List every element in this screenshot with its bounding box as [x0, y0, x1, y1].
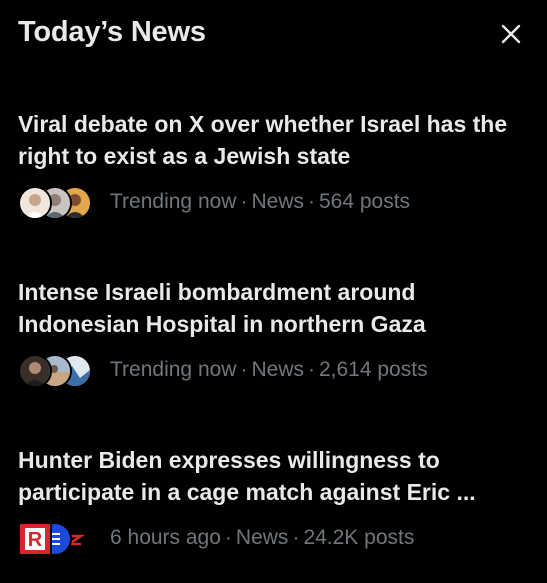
avatar-logo: R — [18, 522, 52, 556]
news-item[interactable]: Viral debate on X over whether Israel ha… — [18, 108, 518, 224]
news-time: Trending now — [110, 190, 237, 213]
news-category: News — [235, 526, 289, 549]
news-category: News — [251, 190, 304, 213]
avatar-stack — [18, 352, 98, 392]
news-headline: Intense Israeli bombardment around Indon… — [18, 279, 426, 337]
news-headline: Hunter Biden expresses willingness to pa… — [18, 447, 476, 505]
news-post-count: 564 posts — [318, 190, 411, 213]
news-category: News — [251, 358, 304, 381]
news-item[interactable]: Hunter Biden expresses willingness to pa… — [18, 444, 518, 560]
close-icon — [501, 24, 521, 44]
news-time: 6 hours ago — [110, 526, 221, 549]
todays-news-panel: Today’s News Viral debate on X over whet… — [0, 0, 547, 583]
news-meta: Trending now · News · 2,614 posts — [18, 352, 518, 392]
news-meta: Trending now · News · 564 posts — [18, 184, 518, 224]
svg-text:R: R — [28, 529, 43, 551]
news-time: Trending now — [110, 358, 237, 381]
news-headline: Viral debate on X over whether Israel ha… — [18, 111, 508, 169]
news-post-count: 24.2K posts — [303, 526, 415, 549]
news-meta-text: 6 hours ago · News · 24.2K posts — [110, 526, 415, 549]
news-meta: R 6 hours ago · News · 24.2K posts — [18, 520, 518, 560]
panel-header: Today’s News — [18, 14, 529, 58]
close-button[interactable] — [497, 20, 525, 48]
panel-title: Today’s News — [18, 16, 206, 48]
avatar-stack: R — [18, 520, 98, 560]
avatar-stack — [18, 184, 98, 224]
news-outlet-logo-icon: R — [20, 524, 50, 554]
avatar — [18, 354, 52, 388]
news-meta-text: Trending now · News · 564 posts — [110, 190, 411, 213]
news-meta-text: Trending now · News · 2,614 posts — [110, 358, 428, 381]
avatar — [18, 186, 52, 220]
news-item[interactable]: Intense Israeli bombardment around Indon… — [18, 276, 518, 392]
news-post-count: 2,614 posts — [318, 358, 428, 381]
